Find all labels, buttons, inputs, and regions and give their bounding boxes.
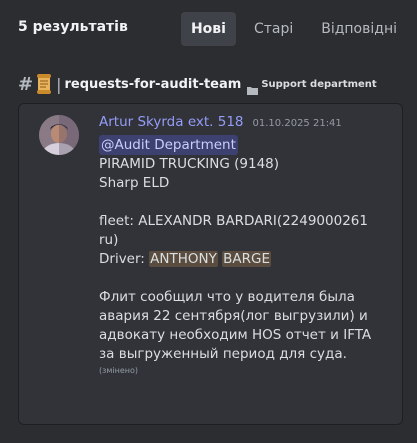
search-highlight: ANTHONY — [149, 251, 218, 267]
message-line: Sharp ELD — [99, 175, 170, 191]
channel-separator: | — [56, 74, 62, 94]
search-result-message[interactable]: Artur Skyrda ext. 518 01.10.2025 21:41 @… — [18, 103, 403, 425]
tab-newest[interactable]: Нові — [180, 12, 236, 46]
search-results-header: 5 результатів Нові Старі Відповідні — [0, 0, 417, 60]
message-line: за выгруженный период для суда. — [99, 346, 347, 362]
driver-label: Driver: — [99, 251, 150, 267]
message-line: PIRAMID TRUCKING (9148) — [99, 156, 280, 172]
author-name[interactable]: Artur Skyrda ext. 518 — [99, 114, 244, 130]
folder-icon — [247, 80, 259, 95]
scroll-icon — [35, 73, 53, 95]
message-line: Флит сообщил что у водителя была — [99, 289, 355, 305]
edited-label: (змінено) — [99, 366, 139, 375]
sort-tabs: Нові Старі Відповідні — [173, 12, 407, 46]
message-line: ru) — [99, 232, 119, 248]
channel-row[interactable]: # | requests-for-audit-team Support depa… — [18, 72, 377, 96]
message-timestamp: 01.10.2025 21:41 — [252, 118, 342, 129]
driver-line: Driver: ANTHONY BARGE — [99, 250, 394, 269]
category-name: Support department — [261, 78, 377, 90]
message-line: адвокату необходим HOS отчет и IFTA — [99, 327, 372, 343]
tab-relevant[interactable]: Відповідні — [311, 12, 407, 46]
role-mention[interactable]: @Audit Department — [99, 135, 238, 155]
message-line: авария 22 сентября(лог выгрузили) и — [99, 308, 368, 324]
search-highlight: BARGE — [222, 251, 272, 267]
message-line: fleet: ALEXANDR BARDARI(2249000261 — [99, 213, 368, 229]
result-count: 5 результатів — [18, 19, 128, 35]
channel-hash-icon: # — [18, 73, 34, 95]
avatar[interactable] — [39, 115, 79, 155]
message-body: Artur Skyrda ext. 518 01.10.2025 21:41 @… — [99, 114, 394, 375]
channel-name[interactable]: requests-for-audit-team — [64, 77, 241, 92]
tab-oldest[interactable]: Старі — [244, 12, 303, 46]
